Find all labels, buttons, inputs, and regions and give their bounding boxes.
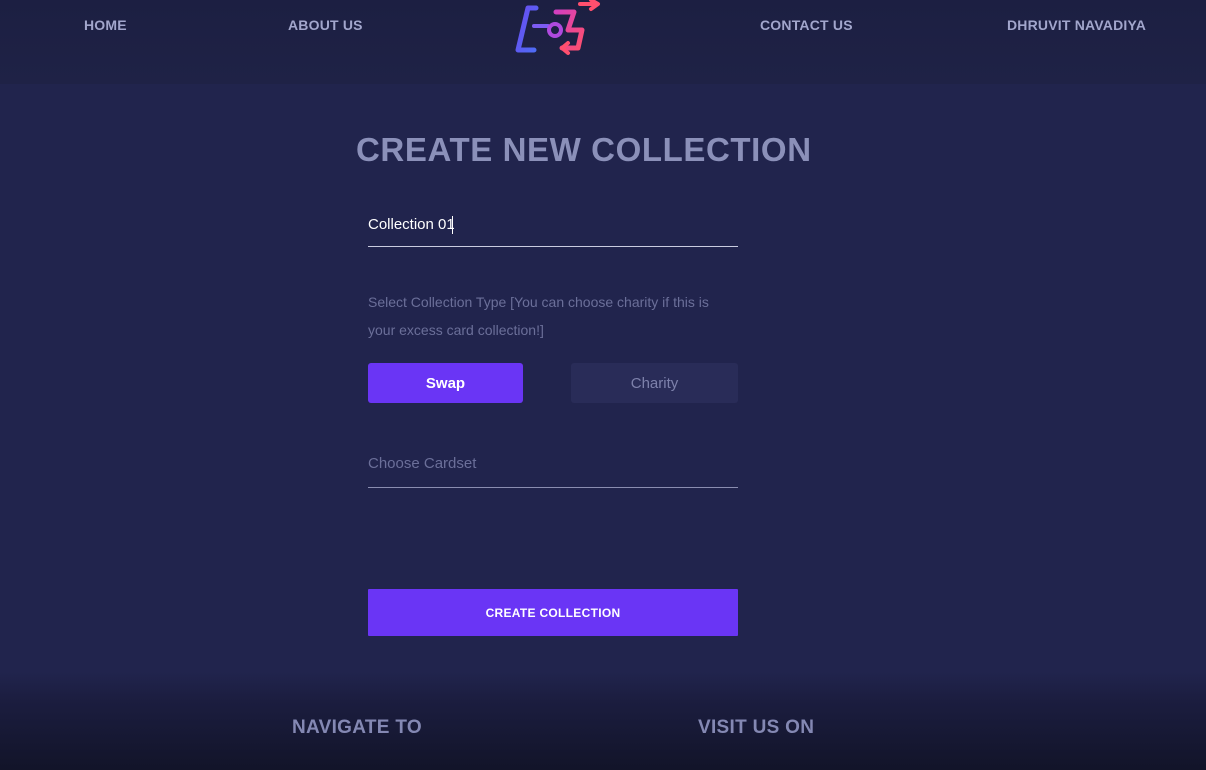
swap-type-button[interactable]: Swap bbox=[368, 363, 523, 403]
text-caret bbox=[452, 216, 453, 234]
collection-name-field[interactable] bbox=[368, 204, 738, 247]
nav-contact-link[interactable]: CONTACT US bbox=[760, 17, 853, 33]
cardset-input[interactable] bbox=[368, 450, 728, 476]
nav-home-link[interactable]: HOME bbox=[84, 17, 127, 33]
footer-navigate-heading: NAVIGATE TO bbox=[292, 717, 422, 738]
collection-type-label: Select Collection Type [You can choose c… bbox=[368, 294, 709, 338]
site-header: HOME ABOUT US CONTACT US DHRUVIT NAVADIY… bbox=[0, 0, 1206, 84]
charity-type-button[interactable]: Charity bbox=[571, 363, 738, 403]
nav-about-link[interactable]: ABOUT US bbox=[288, 17, 363, 33]
nav-user-profile-link[interactable]: DHRUVIT NAVADIYA bbox=[1007, 17, 1146, 33]
create-collection-section: CREATE NEW COLLECTION Select Collection … bbox=[0, 84, 1206, 680]
site-footer: NAVIGATE TO VISIT US ON bbox=[0, 672, 1206, 770]
collection-name-input[interactable] bbox=[368, 211, 728, 237]
footer-visit-heading: VISIT US ON bbox=[698, 717, 815, 738]
swap-arrows-logo-icon[interactable] bbox=[512, 0, 604, 62]
cardset-select[interactable] bbox=[368, 444, 738, 488]
create-collection-button[interactable]: CREATE COLLECTION bbox=[368, 589, 738, 636]
page-title: CREATE NEW COLLECTION bbox=[356, 131, 812, 168]
